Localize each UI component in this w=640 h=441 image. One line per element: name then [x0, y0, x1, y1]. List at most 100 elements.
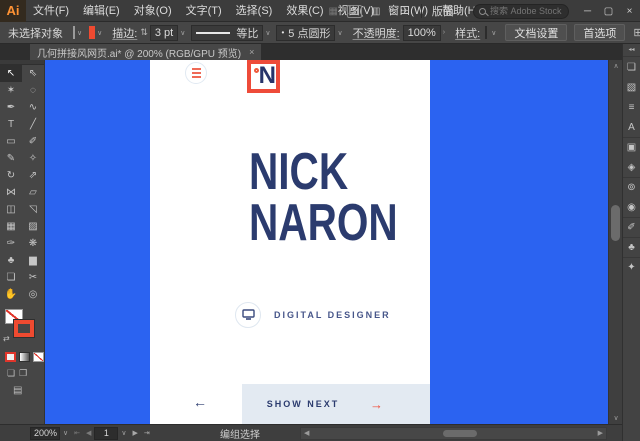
chevron-down-icon[interactable]: ∨: [491, 29, 496, 37]
color-button[interactable]: [5, 352, 16, 362]
magic-wand-tool[interactable]: ✶: [0, 82, 22, 99]
adobe-stock-icon[interactable]: St: [347, 5, 362, 18]
layers-panel-icon[interactable]: ◈: [623, 157, 640, 177]
opacity-field[interactable]: 100%: [403, 25, 441, 41]
last-artboard-icon[interactable]: ⇥: [144, 429, 150, 437]
lasso-tool[interactable]: ◌: [22, 82, 44, 99]
none-button[interactable]: [33, 352, 44, 362]
blend-tool[interactable]: ❋: [22, 235, 44, 252]
direct-selection-tool[interactable]: ⇖: [22, 65, 44, 82]
pen-tool[interactable]: ✒: [0, 99, 22, 116]
prev-arrow[interactable]: ←: [193, 394, 207, 410]
gradient-panel-icon[interactable]: ▧: [623, 77, 640, 97]
perspective-grid-tool[interactable]: ◹: [22, 201, 44, 218]
menu-select[interactable]: 选择(S): [229, 0, 280, 22]
draw-normal-icon[interactable]: ❏: [7, 368, 15, 379]
zoom-tool[interactable]: ◎: [22, 286, 44, 303]
symbol-sprayer-tool[interactable]: ♣: [0, 252, 22, 269]
chevron-down-icon[interactable]: ∨: [121, 429, 126, 437]
selection-tool[interactable]: ↖: [0, 65, 22, 82]
expand-panels-icon[interactable]: ◂◂: [623, 44, 640, 57]
prev-artboard-icon[interactable]: ◀: [86, 429, 91, 437]
first-artboard-icon[interactable]: ⇤: [74, 429, 80, 437]
chevron-down-icon[interactable]: ∨: [388, 7, 393, 15]
symbols-panel-icon[interactable]: ♣: [623, 237, 640, 257]
menu-object[interactable]: 对象(O): [127, 0, 179, 22]
swatches-panel-icon[interactable]: ❏: [623, 57, 640, 77]
opacity-more-icon[interactable]: ›: [443, 29, 445, 36]
gradient-tool[interactable]: ▨: [22, 218, 44, 235]
graphic-styles-panel-icon[interactable]: ✦: [623, 257, 640, 277]
artwork-white-panel[interactable]: N NICK NARON DIGITAL DESIGNER ← SHOW NEX…: [150, 60, 430, 424]
fill-swatch[interactable]: [73, 26, 75, 39]
brush-definition-dropdown[interactable]: • 5 点圆形: [276, 25, 335, 41]
scale-tool[interactable]: ⇗: [22, 167, 44, 184]
type-tool[interactable]: T: [0, 116, 22, 133]
document-tab[interactable]: 几何拼接风网页.ai* @ 200% (RGB/GPU 预览) ×: [30, 44, 261, 60]
gradient-button[interactable]: [19, 352, 30, 362]
shaper-tool[interactable]: ✧: [22, 150, 44, 167]
style-swatch[interactable]: [485, 26, 487, 39]
menu-edit[interactable]: 编辑(E): [76, 0, 127, 22]
style-label[interactable]: 样式:: [455, 25, 480, 41]
free-transform-tool[interactable]: ▱: [22, 184, 44, 201]
hero-title[interactable]: NICK NARON: [249, 147, 398, 249]
next-artboard-icon[interactable]: ▶: [133, 429, 138, 437]
hamburger-menu-icon[interactable]: [185, 62, 207, 84]
artwork-logo[interactable]: N: [247, 60, 280, 93]
stroke-proxy[interactable]: [14, 320, 34, 337]
mesh-tool[interactable]: ▦: [0, 218, 22, 235]
workspace-switcher[interactable]: 版面: [432, 3, 454, 19]
rectangle-tool[interactable]: ▭: [0, 133, 22, 150]
shape-builder-tool[interactable]: ◫: [0, 201, 22, 218]
menu-file[interactable]: 文件(F): [26, 0, 76, 22]
scroll-down-icon[interactable]: ∨: [609, 414, 623, 422]
show-next-button[interactable]: SHOW NEXT →: [242, 384, 430, 424]
maximize-button[interactable]: ▢: [598, 0, 619, 22]
preferences-button[interactable]: 首选项: [574, 24, 625, 41]
artboard-number-field[interactable]: 1: [94, 427, 118, 440]
close-button[interactable]: ×: [619, 0, 640, 22]
default-swatches-icon[interactable]: ⇄: [3, 334, 10, 343]
opacity-label[interactable]: 不透明度:: [353, 25, 400, 41]
screen-mode-icon[interactable]: ▤: [13, 385, 22, 396]
width-tool[interactable]: ⋈: [0, 184, 22, 201]
paintbrush-tool[interactable]: ✐: [22, 133, 44, 150]
brushes-panel-icon[interactable]: ✐: [623, 217, 640, 237]
document-setup-button[interactable]: 文档设置: [505, 24, 567, 41]
zoom-level-field[interactable]: 200%: [30, 427, 60, 440]
chevron-down-icon[interactable]: ∨: [77, 29, 82, 37]
transform-widget-icon[interactable]: ⊞: [633, 26, 640, 39]
stroke-label[interactable]: 描边:: [112, 25, 137, 41]
pathfinder-panel-icon[interactable]: ⊚: [623, 177, 640, 197]
hand-tool[interactable]: ✋: [0, 286, 22, 303]
artboard-tool[interactable]: ❏: [0, 269, 22, 286]
chevron-down-icon[interactable]: ∨: [337, 29, 342, 37]
chevron-down-icon[interactable]: ∨: [180, 29, 185, 37]
transparency-panel-icon[interactable]: ▣: [623, 137, 640, 157]
minimize-button[interactable]: ─: [577, 0, 598, 22]
horizontal-scroll-thumb[interactable]: [443, 430, 477, 437]
menu-type[interactable]: 文字(T): [179, 0, 229, 22]
slice-tool[interactable]: ✂: [22, 269, 44, 286]
subtitle-row[interactable]: DIGITAL DESIGNER: [235, 302, 391, 328]
character-panel-icon[interactable]: A: [623, 117, 640, 137]
arrange-documents-icon[interactable]: ▥: [366, 6, 386, 17]
scroll-right-icon[interactable]: ▶: [598, 428, 603, 439]
graph-tool[interactable]: ▆: [22, 252, 44, 269]
chevron-down-icon[interactable]: ∨: [97, 29, 102, 37]
scroll-left-icon[interactable]: ◀: [304, 428, 309, 439]
chevron-down-icon[interactable]: ∨: [458, 7, 463, 15]
chevron-down-icon[interactable]: ∨: [265, 29, 270, 37]
search-input[interactable]: [490, 6, 563, 16]
appearance-panel-icon[interactable]: ◉: [623, 197, 640, 217]
stroke-weight-field[interactable]: 3 pt: [150, 25, 178, 41]
line-tool[interactable]: ╱: [22, 116, 44, 133]
scroll-up-icon[interactable]: ∧: [609, 62, 623, 70]
stroke-stepper-icon[interactable]: ⇅: [140, 27, 148, 38]
rotate-tool[interactable]: ↻: [0, 167, 22, 184]
stock-search-box[interactable]: [473, 4, 569, 19]
share-icon[interactable]: ✈: [395, 6, 415, 17]
tab-close-icon[interactable]: ×: [249, 47, 254, 57]
horizontal-scrollbar[interactable]: ◀ ▶: [300, 427, 607, 440]
